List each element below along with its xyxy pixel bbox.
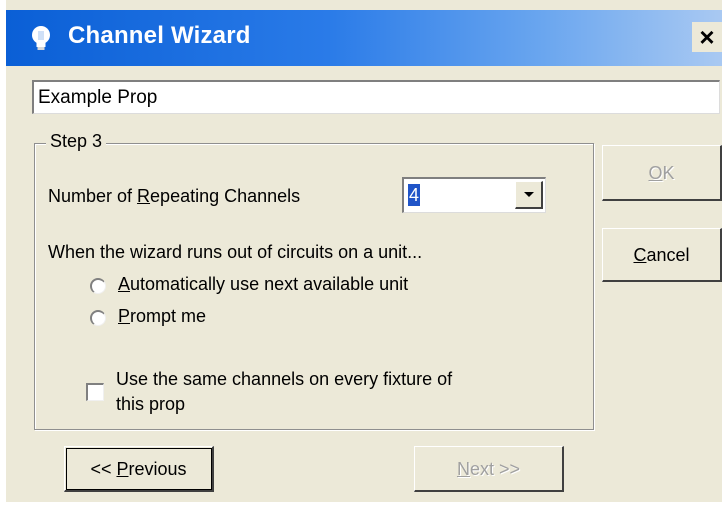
radio-prompt-me[interactable]	[90, 310, 106, 326]
radio-prompt-me-label[interactable]: Prompt me	[118, 306, 206, 327]
prop-name-field[interactable]: Example Prop	[32, 80, 720, 114]
title-bar[interactable]: Channel Wizard ×	[6, 10, 722, 66]
repeating-channels-label: Number of Repeating Channels	[48, 186, 301, 206]
radio-auto-next-unit[interactable]	[90, 278, 106, 294]
next-button[interactable]: Next >>	[414, 446, 564, 492]
close-button[interactable]: ×	[692, 22, 722, 52]
ok-button[interactable]: OK	[602, 145, 722, 201]
repeating-channels-value: 4	[408, 184, 421, 206]
cancel-button[interactable]: Cancel	[602, 228, 722, 282]
same-channels-label-line2[interactable]: this prop	[116, 394, 185, 415]
chevron-down-icon[interactable]	[515, 181, 543, 209]
same-channels-label-line1[interactable]: Use the same channels on every fixture o…	[116, 369, 452, 390]
radio-auto-next-unit-label[interactable]: Automatically use next available unit	[118, 274, 408, 295]
same-channels-checkbox[interactable]	[86, 383, 104, 401]
step-legend: Step 3	[46, 131, 107, 152]
dialog-title: Channel Wizard	[68, 22, 251, 49]
previous-button[interactable]: << Previous	[64, 446, 214, 492]
lightbulb-icon	[32, 26, 50, 50]
out-of-circuits-label: When the wizard runs out of circuits on …	[48, 242, 423, 262]
repeating-channels-select[interactable]: 4	[402, 177, 546, 213]
channel-wizard-dialog: Channel Wizard × Example Prop Step 3 Num…	[6, 0, 722, 502]
